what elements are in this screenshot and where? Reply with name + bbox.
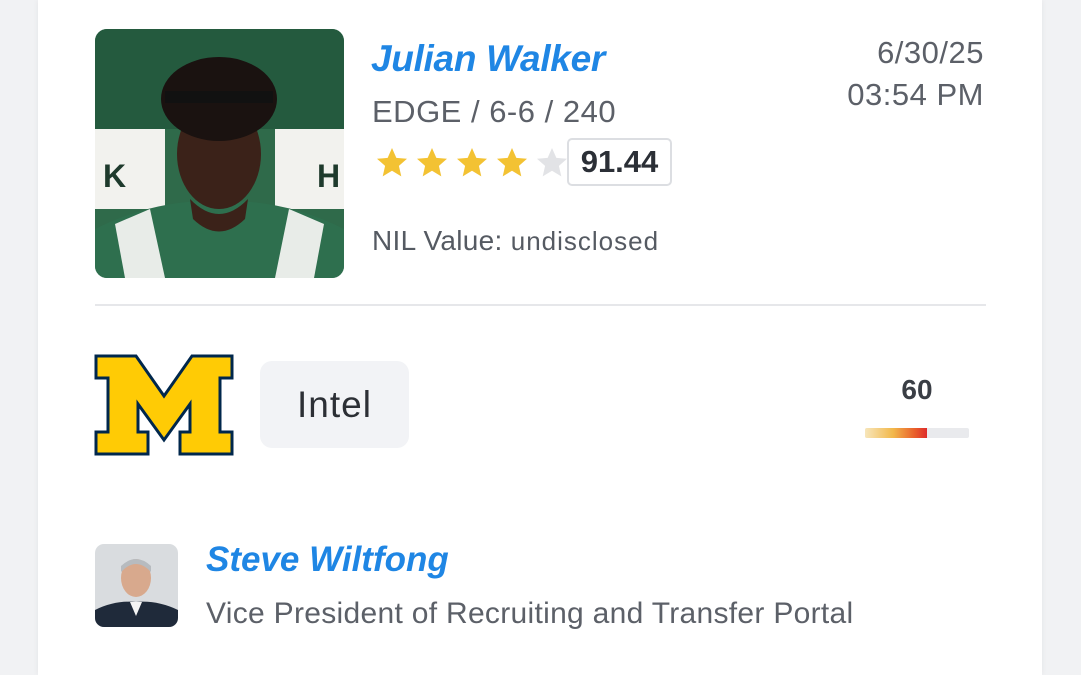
svg-text:H: H: [317, 158, 340, 194]
player-photo[interactable]: K H: [95, 29, 344, 278]
player-name-link[interactable]: Julian Walker: [371, 38, 605, 80]
prediction-timestamp: 6/30/25 03:54 PM: [847, 32, 984, 116]
star-icon: [537, 148, 567, 177]
divider: [95, 304, 986, 306]
nil-value-row: NIL Value: undisclosed: [372, 225, 659, 257]
star-icon: [417, 148, 447, 177]
star-icon: [377, 148, 407, 177]
intel-button[interactable]: Intel: [260, 361, 409, 448]
confidence-meter-fill: [865, 428, 928, 438]
star-rating: [373, 145, 573, 181]
star-icon: [497, 148, 527, 177]
confidence-meter: [865, 428, 969, 438]
prediction-card: K H Julian Walker EDGE / 6-6 / 240 91.44…: [38, 0, 1042, 675]
player-rating: 91.44: [567, 138, 672, 186]
star-icon: [457, 148, 487, 177]
nil-value: undisclosed: [510, 226, 660, 256]
prediction-date: 6/30/25: [877, 35, 984, 70]
player-position-height-weight: EDGE / 6-6 / 240: [372, 94, 617, 129]
prediction-time: 03:54 PM: [847, 77, 984, 112]
nil-label: NIL Value:: [372, 225, 503, 256]
author-name-link[interactable]: Steve Wiltfong: [206, 540, 449, 580]
author-title: Vice President of Recruiting and Transfe…: [206, 597, 854, 630]
author-avatar[interactable]: [95, 544, 178, 627]
michigan-block-m-logo[interactable]: [94, 354, 234, 456]
svg-text:K: K: [103, 158, 126, 194]
confidence-value: 60: [901, 374, 933, 405]
